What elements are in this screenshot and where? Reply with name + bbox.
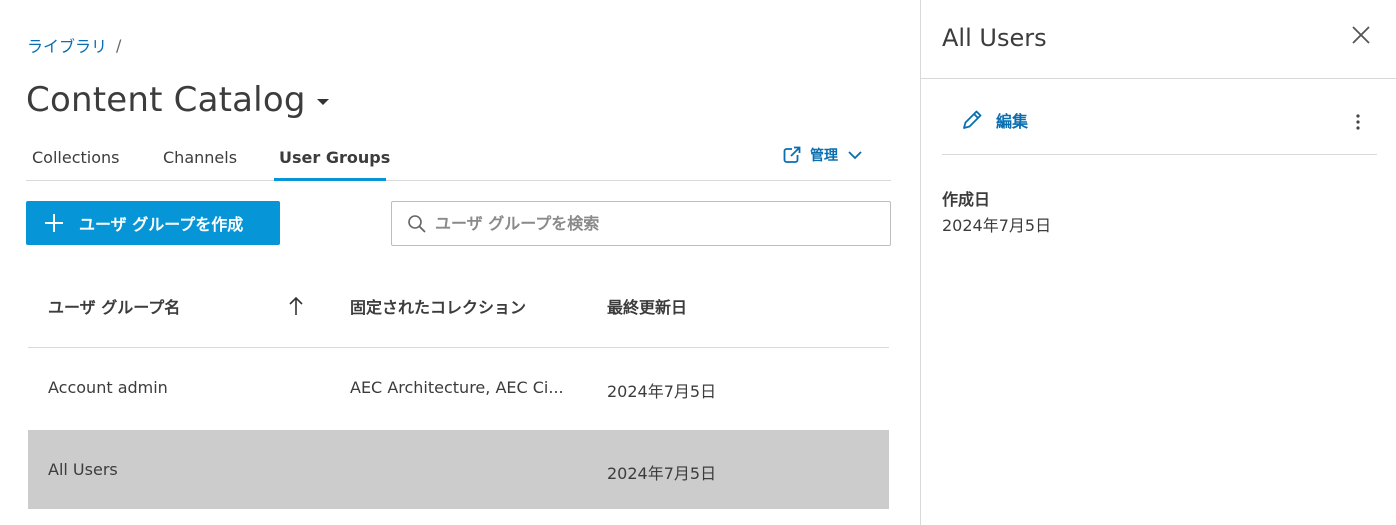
create-user-group-label: ユーザ グループを作成 (79, 215, 244, 234)
breadcrumb-library-link[interactable]: ライブラリ (27, 33, 107, 57)
page-title: Content Catalog (26, 80, 306, 120)
search-box (391, 201, 891, 246)
column-header-last-updated[interactable]: 最終更新日 (607, 294, 687, 318)
sort-ascending-icon[interactable] (289, 296, 303, 316)
cell-last-updated: 2024年7月5日 (607, 382, 717, 401)
panel-actions: 編集 (942, 96, 1377, 155)
details-panel: All Users 編集 作成日 2024年7月5日 (920, 0, 1396, 525)
manage-label: 管理 (810, 148, 838, 164)
table-header: ユーザ グループ名 固定されたコレクション 最終更新日 (28, 264, 889, 348)
table-row-selected[interactable]: All Users 2024年7月5日 (28, 430, 889, 510)
pencil-icon (963, 110, 982, 129)
edit-label: 編集 (996, 112, 1029, 131)
column-header-name[interactable]: ユーザ グループ名 (48, 294, 180, 318)
panel-header: All Users (921, 0, 1396, 79)
main-content: ライブラリ / Content Catalog Collections Chan… (0, 0, 920, 525)
edit-button[interactable]: 編集 (960, 108, 1028, 132)
more-options-icon[interactable] (1348, 112, 1368, 132)
column-header-pinned-collections[interactable]: 固定されたコレクション (350, 294, 526, 318)
cell-group-name: Account admin (48, 378, 168, 397)
external-link-icon (783, 146, 801, 163)
cell-group-name: All Users (48, 460, 118, 479)
tab-channels[interactable]: Channels (163, 148, 237, 167)
created-date-value: 2024年7月5日 (942, 216, 1052, 235)
active-tab-indicator (274, 178, 386, 181)
plus-icon (45, 214, 63, 232)
close-icon[interactable] (1352, 26, 1370, 44)
breadcrumb-separator: / (116, 35, 122, 55)
search-input[interactable] (435, 214, 875, 233)
create-user-group-button[interactable]: ユーザ グループを作成 (26, 201, 280, 245)
manage-dropdown[interactable]: 管理 (783, 145, 862, 165)
page-title-dropdown[interactable]: Content Catalog (26, 80, 329, 120)
cell-last-updated: 2024年7月5日 (607, 464, 717, 483)
tab-collections[interactable]: Collections (32, 148, 119, 167)
breadcrumb: ライブラリ / (27, 33, 121, 57)
user-groups-table: ユーザ グループ名 固定されたコレクション 最終更新日 Account admi… (28, 264, 889, 510)
tab-user-groups[interactable]: User Groups (279, 148, 390, 167)
caret-down-icon (316, 99, 329, 105)
search-icon (408, 214, 426, 233)
panel-title: All Users (942, 24, 1047, 52)
table-row[interactable]: Account admin AEC Architecture, AEC Ci..… (28, 348, 889, 430)
tab-bar: Collections Channels User Groups 管理 (26, 140, 891, 181)
created-date-label: 作成日 (942, 190, 991, 209)
cell-pinned-collections: AEC Architecture, AEC Ci... (350, 378, 564, 397)
chevron-down-icon (848, 151, 862, 160)
